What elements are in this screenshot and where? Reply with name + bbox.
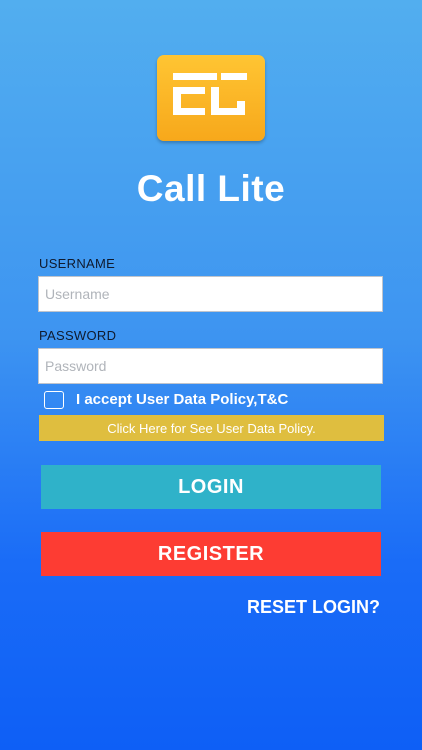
password-label: PASSWORD — [39, 328, 117, 343]
app-title: Call Lite — [136, 168, 286, 209]
password-input[interactable] — [38, 348, 383, 384]
cl-logo-icon — [173, 73, 247, 115]
user-data-policy-link[interactable]: Click Here for See User Data Policy. — [39, 415, 384, 441]
username-input[interactable] — [38, 276, 383, 312]
register-button[interactable]: REGISTER — [41, 532, 381, 576]
app-logo — [157, 55, 265, 141]
username-label: USERNAME — [39, 256, 116, 271]
accept-policy-checkbox[interactable] — [44, 391, 64, 409]
login-button[interactable]: LOGIN — [41, 465, 381, 509]
reset-login-link[interactable]: RESET LOGIN? — [247, 597, 380, 618]
accept-policy-label: I accept User Data Policy,T&C — [76, 391, 289, 408]
